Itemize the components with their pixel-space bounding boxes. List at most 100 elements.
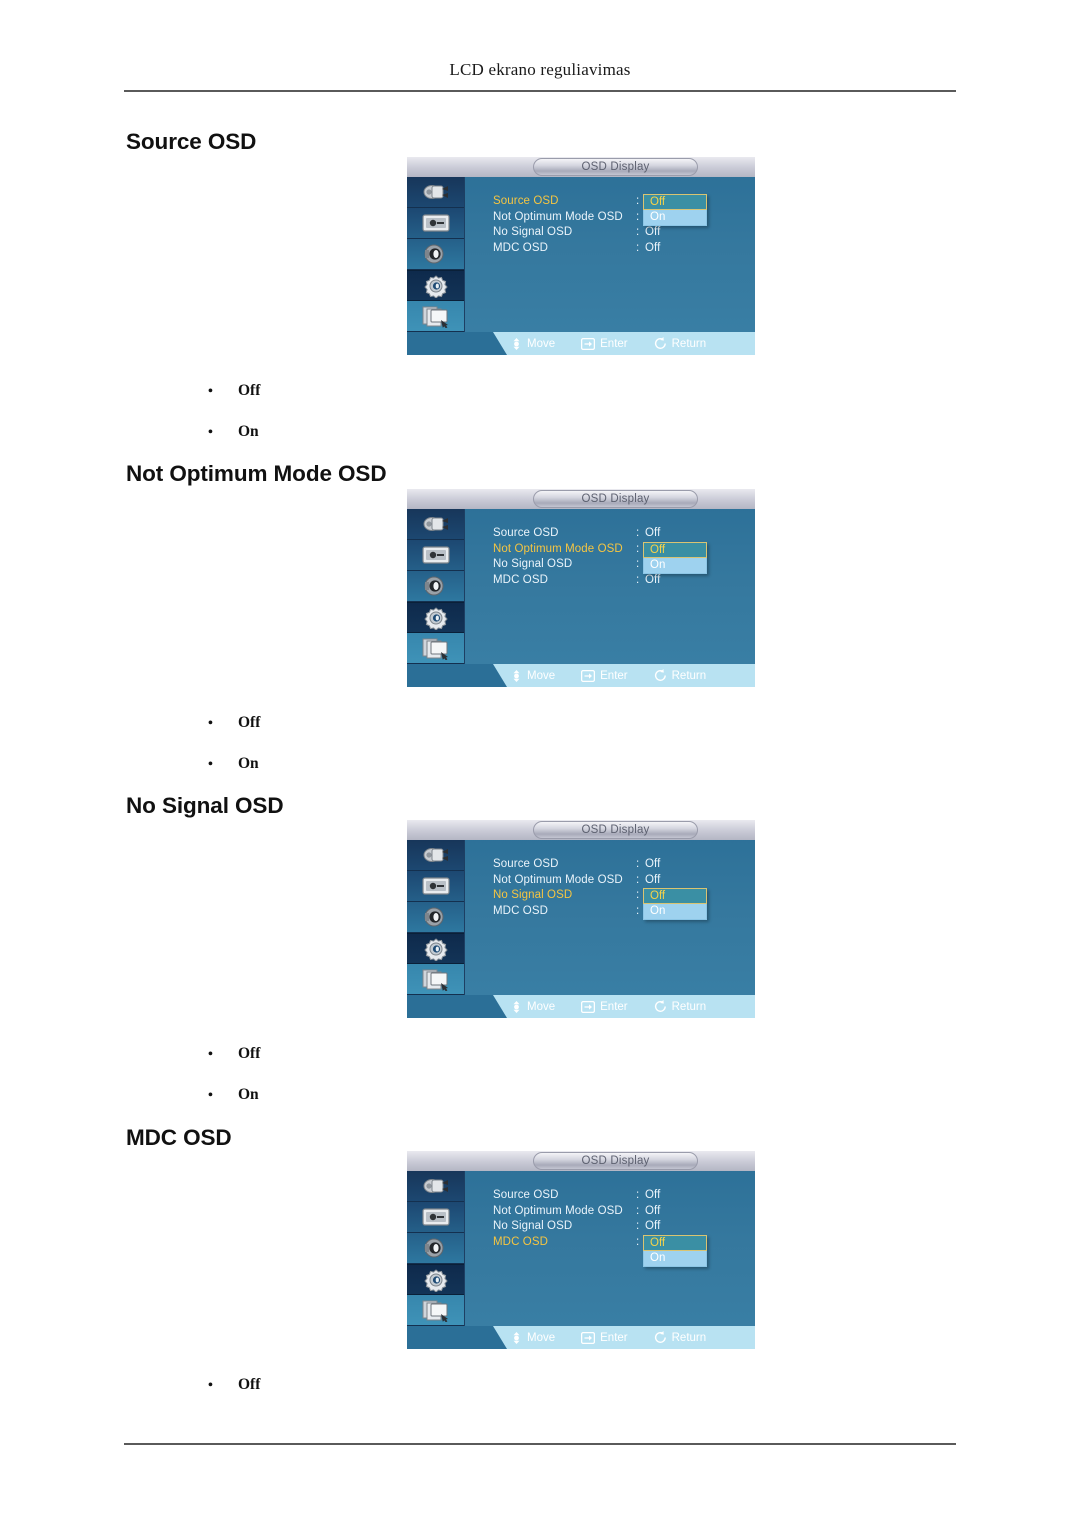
osd-sidebar [407,177,465,332]
sidebar-item-picture-display[interactable] [407,871,464,902]
sidebar-item-multi-control-pages[interactable] [407,1295,464,1326]
menu-item-colon: : [636,527,640,539]
sidebar-item-sound-speaker[interactable] [407,239,464,270]
bullet-dot: • [208,1047,213,1062]
multi-control-pages-icon [421,304,451,328]
menu-row[interactable]: Not Optimum Mode OSD: Off [493,874,743,890]
sidebar-item-multi-control-pages[interactable] [407,964,464,995]
hint-move: Move [511,1331,555,1344]
hint-enter: Enter [581,337,628,350]
menu-row[interactable]: MDC OSD: Off [493,574,743,590]
list-item-label: Off [238,1376,261,1393]
list-item-label: On [238,1086,259,1103]
menu-item-colon: : [636,873,640,886]
value-dropdown[interactable]: Off On [643,194,707,226]
hint-bar-notch [407,995,507,1018]
hint-bar-notch [407,332,507,355]
menu-row[interactable]: Source OSD: Off [493,527,743,543]
sidebar-item-setup-gear[interactable] [407,602,464,633]
hint-return: Return [654,337,706,350]
list-item: • Off [208,1376,260,1394]
input-source-plug-icon [421,181,451,203]
list-item: • On [208,1086,259,1104]
menu-row[interactable]: Source OSD: Off [493,1189,743,1205]
sidebar-item-input-source-plug[interactable] [407,509,464,540]
bullet-dot: • [208,425,213,440]
section-heading-mdc-osd: MDC OSD [126,1125,232,1150]
menu-item-label: No Signal OSD [493,558,573,570]
menu-row[interactable]: No Signal OSD: Off [493,226,743,242]
sidebar-item-picture-display[interactable] [407,1202,464,1233]
value-dropdown[interactable]: Off On [643,541,707,574]
menu-item-value: Off [645,858,661,870]
osd-screenshot-source-osd: OSD Display Source OSD: Not Optimum Mod… [407,157,755,355]
dropdown-option[interactable]: On [643,210,707,226]
sidebar-item-multi-control-pages[interactable] [407,633,464,664]
return-undo-icon [654,337,667,350]
dropdown-option[interactable]: On [643,904,707,920]
hint-move: Move [511,669,555,682]
multi-control-pages-icon [421,636,451,660]
menu-item-colon: : [636,858,640,870]
menu-item-colon: : [636,542,640,555]
hint-bar-notch [407,1326,507,1349]
value-dropdown[interactable]: Off On [643,1234,707,1267]
menu-item-colon: : [636,1189,640,1201]
sidebar-item-multi-control-pages[interactable] [407,301,464,332]
hint-label: Enter [600,669,628,682]
list-item-label: Off [238,1045,261,1062]
list-item: • Off [208,1045,260,1063]
dropdown-option-selected[interactable]: Off [643,541,707,558]
hint-label: Enter [600,1000,628,1013]
dropdown-option-selected[interactable]: Off [643,194,707,210]
sidebar-item-sound-speaker[interactable] [407,1233,464,1264]
hint-label: Move [527,337,556,350]
sidebar-item-picture-display[interactable] [407,540,464,571]
hint-list: Move Enter Return [511,664,706,687]
picture-display-icon [421,875,451,897]
menu-row[interactable]: MDC OSD: Off [493,242,743,258]
dropdown-option-selected[interactable]: Off [643,1234,707,1251]
sidebar-item-setup-gear[interactable] [407,933,464,964]
menu-item-colon: : [636,904,640,917]
sidebar-item-setup-gear[interactable] [407,1264,464,1295]
hint-label: Return [671,1000,707,1013]
osd-screenshot-mdc-osd: OSD Display Source OSD: Off Not Optimum… [407,1151,755,1349]
list-item: • Off [208,382,260,400]
menu-item-label: Source OSD [493,858,559,870]
menu-item-value: Off [645,1204,661,1217]
dropdown-option[interactable]: On [643,557,707,574]
sidebar-item-sound-speaker[interactable] [407,902,464,933]
menu-item-value: Off [645,573,661,586]
menu-row[interactable]: Source OSD: Off [493,858,743,874]
menu-row[interactable]: Not Optimum Mode OSD: Off [493,1205,743,1221]
sidebar-item-input-source-plug[interactable] [407,840,464,871]
menu-item-label: Source OSD [493,195,559,207]
menu-item-colon: : [636,1204,640,1217]
menu-item-label: Not Optimum Mode OSD [493,542,623,555]
menu-item-label: No Signal OSD [493,226,573,238]
sidebar-item-sound-speaker[interactable] [407,571,464,602]
menu-item-value: Off [645,873,661,886]
bullet-dot: • [208,384,213,399]
menu-row[interactable]: No Signal OSD: Off [493,1220,743,1236]
return-undo-icon [654,1331,667,1344]
header-title: LCD ekrano reguliavimas [449,60,631,79]
sidebar-item-input-source-plug[interactable] [407,177,464,208]
list-item-label: On [238,423,259,440]
hint-return: Return [654,1000,707,1013]
bullet-dot: • [208,716,213,731]
sidebar-item-picture-display[interactable] [407,208,464,239]
osd-title-text: OSD Display [581,824,650,836]
menu-item-value: Off [645,1189,661,1201]
input-source-plug-icon [421,1175,451,1197]
menu-item-label: Not Optimum Mode OSD [493,873,623,886]
value-dropdown[interactable]: Off On [643,888,707,920]
picture-display-icon [421,544,451,566]
dropdown-option-selected[interactable]: Off [643,888,707,904]
enter-arrow-icon [581,1331,596,1344]
osd-hint-bar: Move Enter Return [407,1326,755,1349]
sidebar-item-setup-gear[interactable] [407,270,464,301]
dropdown-option[interactable]: On [643,1250,707,1267]
sidebar-item-input-source-plug[interactable] [407,1171,464,1202]
